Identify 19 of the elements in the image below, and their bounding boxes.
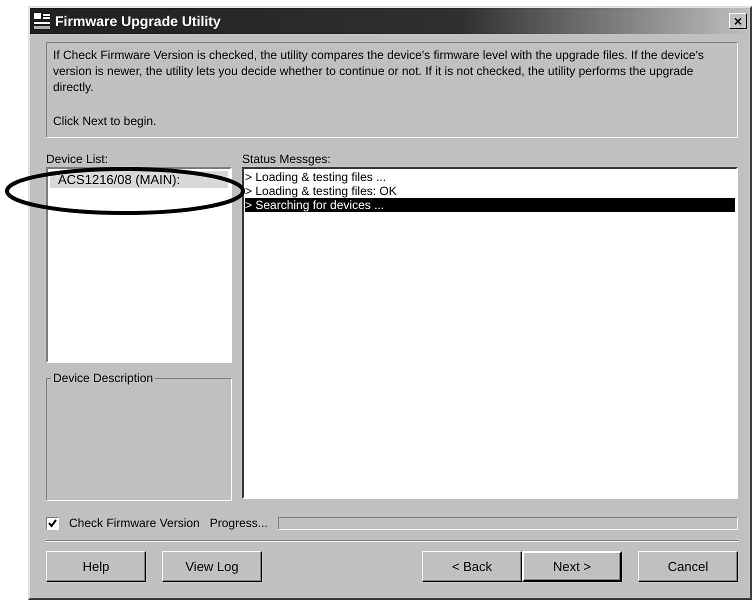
dialog-button[interactable]: < Back bbox=[422, 551, 522, 582]
device-list-label: Device List: bbox=[46, 152, 110, 166]
status-label: Status Messges: bbox=[242, 152, 332, 166]
status-message: > Searching for devices ... bbox=[245, 198, 735, 212]
checkbox-label: Check Firmware Version bbox=[69, 516, 200, 530]
dialog-button[interactable]: Help bbox=[46, 551, 146, 582]
status-message: > Loading & testing files: OK bbox=[245, 184, 398, 198]
app-icon bbox=[33, 12, 51, 30]
group-label: Device Description bbox=[52, 371, 154, 385]
hint-text: Click Next to begin. bbox=[53, 113, 158, 129]
status-message: > Loading & testing files ... bbox=[245, 170, 388, 184]
cancel-button[interactable]: Cancel bbox=[638, 551, 738, 582]
dialog-button[interactable]: Next > bbox=[522, 551, 622, 582]
window-title: Firmware Upgrade Utility bbox=[55, 13, 222, 29]
dialog-button[interactable]: View Log bbox=[162, 551, 262, 582]
close-button[interactable]: × bbox=[729, 13, 747, 29]
info-text: If Check Firmware Version is checked, the utility compares the device's firmware level with the upgrade files. If the device's version is newer, the utility lets you decide whether to continue or not. If it is not checked, the utility performs the upgrade directly. bbox=[53, 47, 705, 95]
progress-label: Progress... bbox=[210, 516, 268, 530]
checkbox[interactable] bbox=[46, 516, 59, 530]
